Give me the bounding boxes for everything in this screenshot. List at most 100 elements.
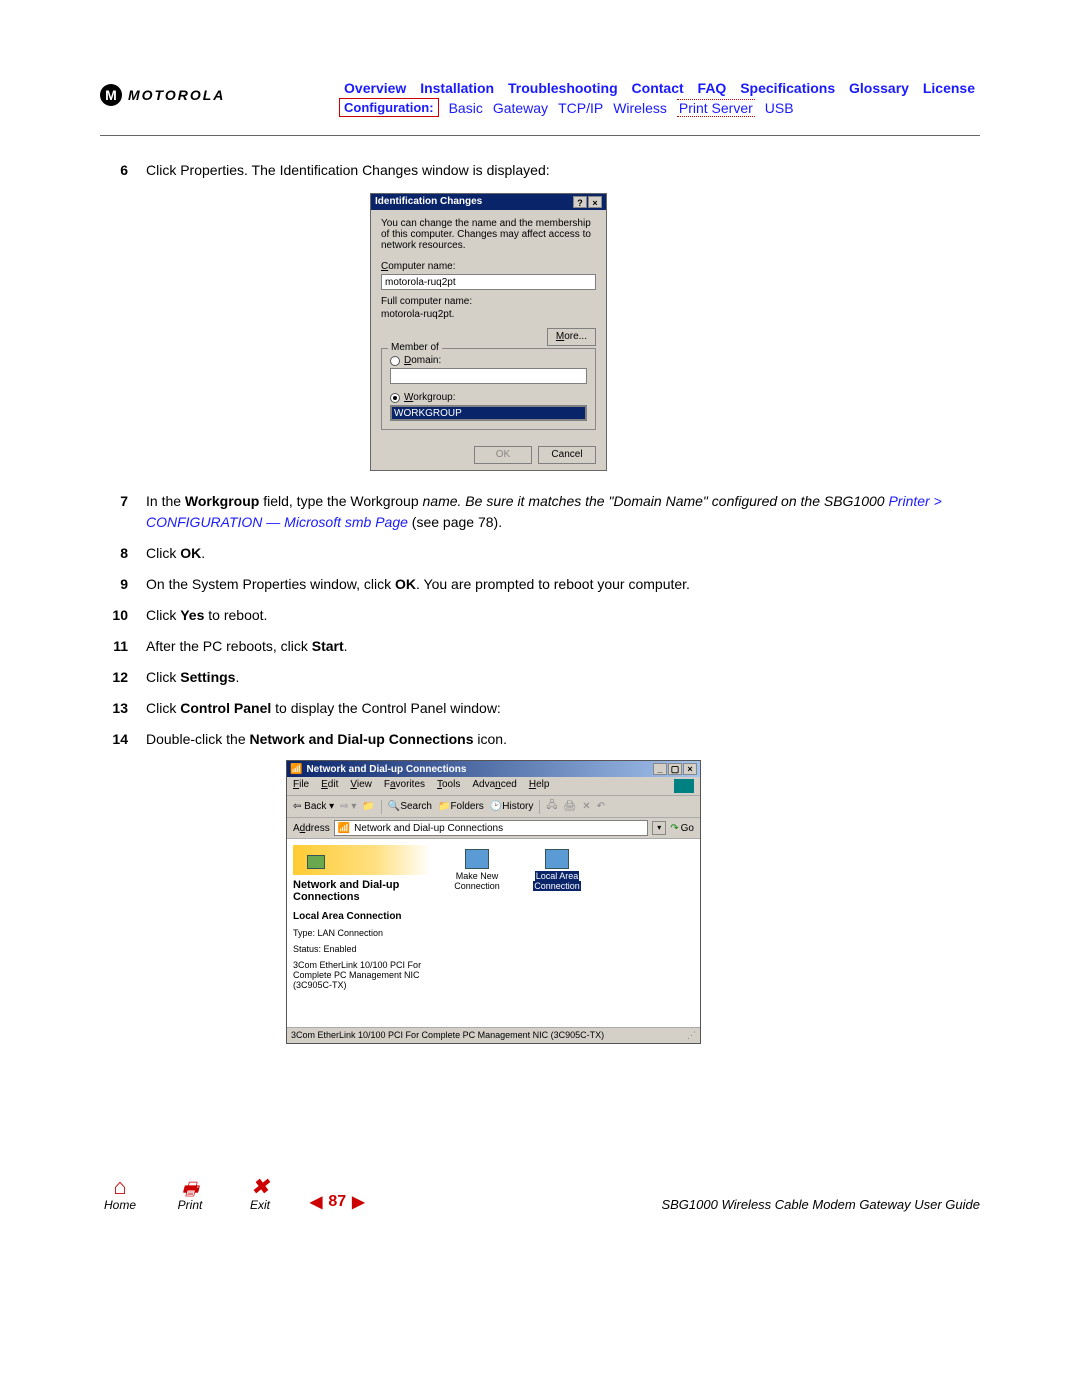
menu-bar: File Edit View Favorites Tools Advanced … <box>287 777 700 796</box>
network-folder-icon <box>307 855 325 869</box>
nav-glossary[interactable]: Glossary <box>849 80 909 96</box>
step-13-text: Click Control Panel to display the Contr… <box>146 698 980 719</box>
nav-installation[interactable]: Installation <box>420 80 494 96</box>
type-line: Type: LAN Connection <box>293 928 431 938</box>
exit-icon: ✖ <box>240 1176 280 1198</box>
back-button[interactable]: ⇦ Back ▾ <box>293 801 334 812</box>
minimize-icon[interactable]: _ <box>653 763 667 775</box>
page-header: M MOTOROLA Overview Installation Trouble… <box>100 80 980 117</box>
go-button[interactable]: ↷Go <box>670 823 694 834</box>
footer-exit-button[interactable]: ✖ Exit <box>240 1176 280 1212</box>
status-bar: 3Com EtherLink 10/100 PCI For Complete P… <box>287 1027 700 1043</box>
nav-contact[interactable]: Contact <box>632 80 684 96</box>
subnav-print-server[interactable]: Print Server <box>677 99 755 117</box>
computer-name-label: Computer name: <box>381 261 596 272</box>
delete-icon[interactable]: ✕ <box>582 801 590 812</box>
undo-icon[interactable]: ↶ <box>597 801 605 812</box>
page-navigator: ◀ 87 ▶ <box>310 1192 364 1212</box>
panel-banner <box>293 845 431 875</box>
nav-license[interactable]: License <box>923 80 975 96</box>
full-computer-name-value: motorola-ruq2pt. <box>381 309 596 320</box>
address-label: Address <box>293 823 330 834</box>
domain-radio-label: Domain: <box>404 355 441 366</box>
menu-edit[interactable]: Edit <box>321 779 338 793</box>
up-button[interactable]: 📁 <box>362 801 374 812</box>
nav-overview[interactable]: Overview <box>344 80 406 96</box>
nav-specifications[interactable]: Specifications <box>740 80 835 96</box>
menu-advanced[interactable]: Advanced <box>472 779 516 793</box>
make-new-connection-icon[interactable]: Make New Connection <box>447 849 507 891</box>
menu-tools[interactable]: Tools <box>437 779 460 793</box>
panel-title: Network and Dial-up Connections <box>293 879 431 903</box>
search-button[interactable]: 🔍Search <box>388 801 432 812</box>
ok-button[interactable]: OK <box>474 446 532 464</box>
cancel-button[interactable]: Cancel <box>538 446 596 464</box>
footer-print-button[interactable]: 🖶 Print <box>170 1180 210 1212</box>
history-button[interactable]: 🕑History <box>490 801 534 812</box>
workgroup-input[interactable]: WORKGROUP <box>391 406 586 420</box>
step-number: 9 <box>100 574 146 595</box>
step-10-text: Click Yes to reboot. <box>146 605 980 626</box>
nic-line: 3Com EtherLink 10/100 PCI For Complete P… <box>293 960 431 990</box>
more-button[interactable]: More... <box>547 328 596 346</box>
folders-button[interactable]: 📁Folders <box>438 801 484 812</box>
step-14-text: Double-click the Network and Dial-up Con… <box>146 729 980 750</box>
brand-icon <box>674 779 694 793</box>
subnav-wireless[interactable]: Wireless <box>613 100 667 116</box>
menu-help[interactable]: Help <box>529 779 550 793</box>
nav-troubleshooting[interactable]: Troubleshooting <box>508 80 618 96</box>
step-number: 14 <box>100 729 146 750</box>
address-input[interactable]: 📶 Network and Dial-up Connections <box>334 820 649 836</box>
step-7-text: In the Workgroup field, type the Workgro… <box>146 491 980 533</box>
menu-file[interactable]: File <box>293 779 309 793</box>
window-titlebar: 📶 Network and Dial-up Connections _ ▢ × <box>287 761 700 777</box>
member-of-legend: Member of <box>388 342 442 353</box>
dialog-title: Identification Changes <box>375 196 482 208</box>
nav-faq[interactable]: FAQ <box>698 80 727 96</box>
menu-favorites[interactable]: Favorites <box>384 779 425 793</box>
step-11-text: After the PC reboots, click Start. <box>146 636 980 657</box>
subnav-gateway[interactable]: Gateway <box>493 100 548 116</box>
print-icon: 🖶 <box>170 1180 210 1198</box>
motorola-mark-icon: M <box>100 84 122 106</box>
prev-page-button[interactable]: ◀ <box>310 1192 322 1212</box>
nav-configuration-current: Configuration: <box>339 98 439 117</box>
subnav-tcpip[interactable]: TCP/IP <box>558 100 603 116</box>
workgroup-radio[interactable] <box>390 393 400 403</box>
computer-name-input[interactable] <box>381 274 596 290</box>
step-number: 11 <box>100 636 146 657</box>
dialog-titlebar: Identification Changes ? × <box>371 194 606 210</box>
resize-grip-icon[interactable]: ⋰ <box>687 1030 696 1041</box>
folder-icon: 📶 <box>338 823 350 834</box>
step-9-text: On the System Properties window, click O… <box>146 574 980 595</box>
workgroup-radio-label: Workgroup: <box>404 392 456 403</box>
subnav-usb[interactable]: USB <box>765 100 794 116</box>
maximize-icon[interactable]: ▢ <box>668 763 682 775</box>
full-computer-name-label: Full computer name: <box>381 296 596 307</box>
menu-view[interactable]: View <box>350 779 372 793</box>
mapdrive-icon[interactable]: 🖧 <box>546 798 557 815</box>
help-icon[interactable]: ? <box>573 196 587 208</box>
subnav-basic[interactable]: Basic <box>449 100 483 116</box>
motorola-wordmark: MOTOROLA <box>128 87 225 103</box>
close-icon[interactable]: × <box>683 763 697 775</box>
page-footer: ⌂ Home 🖶 Print ✖ Exit ◀ 87 ▶ SBG1000 Wir… <box>100 1176 980 1212</box>
identification-changes-dialog: Identification Changes ? × You can chang… <box>370 193 607 471</box>
address-dropdown-icon[interactable]: ▾ <box>652 821 666 835</box>
domain-radio[interactable] <box>390 356 400 366</box>
next-page-button[interactable]: ▶ <box>352 1192 364 1212</box>
step-number: 13 <box>100 698 146 719</box>
step-number: 12 <box>100 667 146 688</box>
network-connections-window: 📶 Network and Dial-up Connections _ ▢ × … <box>286 760 701 1044</box>
domain-input[interactable] <box>390 368 587 384</box>
home-icon: ⌂ <box>100 1176 140 1198</box>
close-icon[interactable]: × <box>588 196 602 208</box>
local-area-connection-icon[interactable]: Local Area Connection <box>527 849 587 891</box>
forward-button[interactable]: ⇨ ▾ <box>340 801 356 812</box>
disconnect-icon[interactable]: 🖨 <box>564 801 577 812</box>
footer-home-button[interactable]: ⌂ Home <box>100 1176 140 1212</box>
panel-subtitle: Local Area Connection <box>293 911 431 922</box>
status-line: Status: Enabled <box>293 944 431 954</box>
step-number: 6 <box>100 160 146 181</box>
content-body: 6 Click Properties. The Identification C… <box>100 160 980 1044</box>
